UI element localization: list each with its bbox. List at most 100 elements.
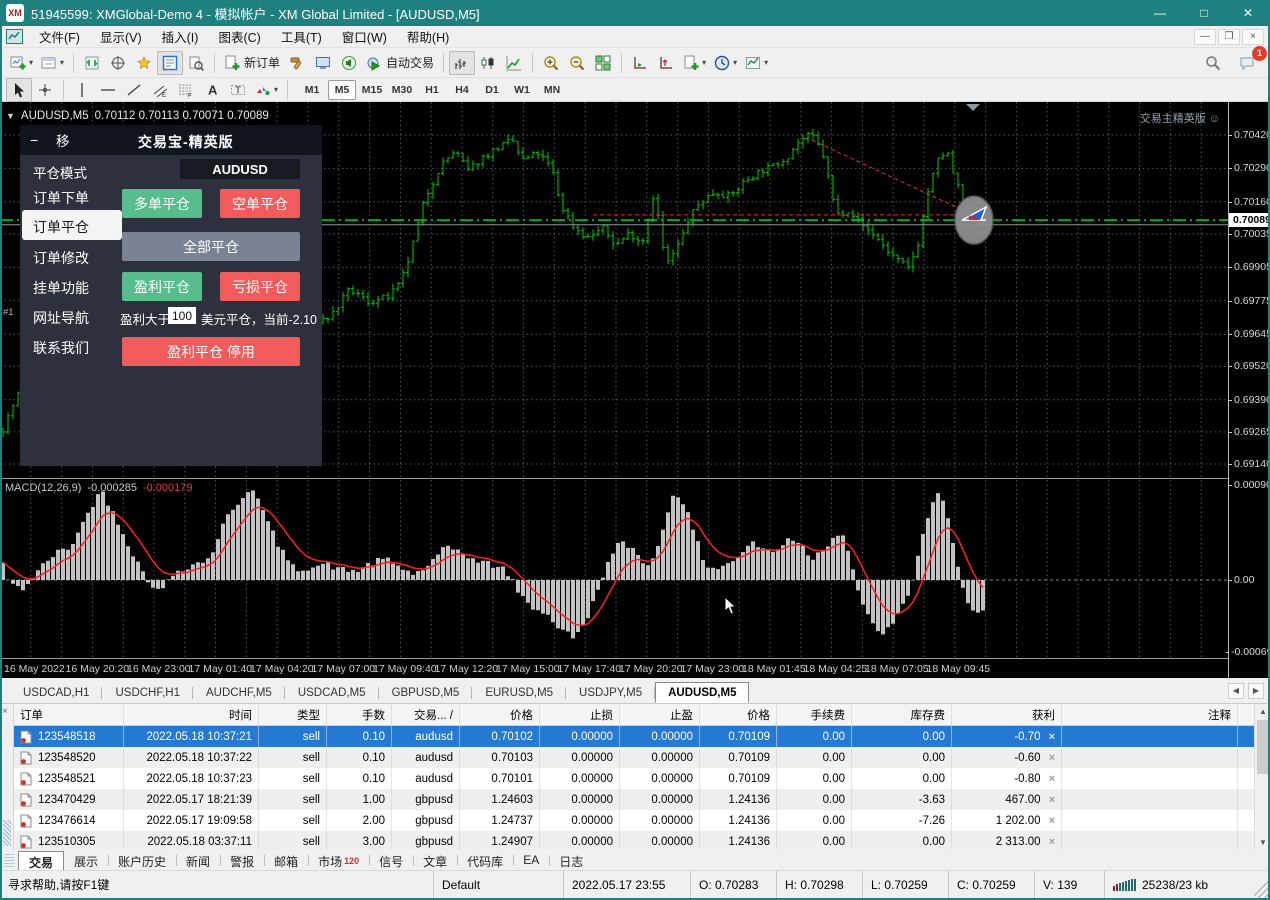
column-header-7[interactable]: 止盈 (620, 704, 700, 725)
bottom-tab-4[interactable]: 警报 (220, 851, 264, 870)
menu-0[interactable]: 文件(F) (29, 24, 90, 49)
close-symbol-select[interactable]: AUDUSD (180, 159, 300, 179)
chart-tab-audusdm5[interactable]: AUDUSD,M5 (655, 682, 749, 703)
chart-tab-gbpusdm5[interactable]: GBPUSD,M5 (379, 682, 473, 703)
shapes-button[interactable]: ▾ (251, 78, 282, 102)
window-close-button[interactable]: ✕ (1226, 0, 1270, 26)
close-losing-button[interactable]: 亏损平仓 (220, 272, 300, 301)
panel-menu-2[interactable]: 订单修改 (33, 248, 111, 268)
templates-button[interactable]: ▾ (741, 51, 772, 75)
chart-tab-usdcadm5[interactable]: USDCAD,M5 (285, 682, 379, 703)
dropdown-caret-icon[interactable]: ▾ (702, 58, 706, 67)
bottom-tab-7[interactable]: 信号 (369, 851, 413, 870)
panel-menu-5[interactable]: 联系我们 (33, 338, 111, 358)
column-header-10[interactable]: 库存费 (852, 704, 952, 725)
vline-button[interactable] (69, 78, 95, 102)
position-row-123510305[interactable]: 1235103052022.05.18 03:37:11sell3.00gbpu… (14, 831, 1254, 850)
bottom-tab-1[interactable]: 展示 (64, 851, 108, 870)
timeframe-m5-button[interactable]: M5 (328, 80, 356, 100)
trade-assistant-panel[interactable]: − 移 交易宝-精英版 订单下单订单平仓订单修改挂单功能网址导航联系我们 平仓模… (20, 125, 322, 466)
profit-threshold-input[interactable]: 100 (168, 307, 196, 324)
position-row-123548520[interactable]: 1235485202022.05.18 10:37:22sell0.10audu… (14, 747, 1254, 768)
menu-5[interactable]: 窗口(W) (332, 24, 397, 49)
bottom-tab-11[interactable]: 日志 (549, 851, 593, 870)
dropdown-caret-icon[interactable]: ▾ (60, 58, 64, 67)
trendline-button[interactable] (121, 78, 147, 102)
hline-button[interactable] (95, 78, 121, 102)
chart-close-button[interactable]: × (1242, 29, 1264, 45)
column-header-2[interactable]: 类型 (259, 704, 327, 725)
crosshair-button[interactable] (32, 78, 58, 102)
close-position-icon[interactable]: × (1049, 773, 1055, 785)
timeframe-h4-button[interactable]: H4 (448, 80, 476, 100)
dropdown-caret-icon[interactable]: ▾ (274, 85, 278, 94)
refresh-button[interactable] (79, 51, 105, 75)
close-profitable-button[interactable]: 盈利平仓 (122, 272, 202, 301)
sound-button[interactable] (336, 51, 362, 75)
panel-menu-0[interactable]: 订单下单 (33, 188, 111, 208)
trend-line[interactable] (812, 140, 973, 215)
menu-1[interactable]: 显示(V) (90, 24, 152, 49)
column-header-12[interactable]: 注释 (1062, 704, 1238, 725)
timeframe-d1-button[interactable]: D1 (478, 80, 506, 100)
fibonacci-button[interactable]: F (173, 78, 199, 102)
zoom-out-button[interactable] (564, 51, 590, 75)
chart-menu-caret-icon[interactable]: ▼ (6, 111, 15, 121)
close-position-icon[interactable]: × (1049, 731, 1055, 743)
label-button[interactable]: T (225, 78, 251, 102)
chart-line-button[interactable] (501, 51, 527, 75)
column-header-11[interactable]: 获利 (952, 704, 1062, 725)
menu-4[interactable]: 工具(T) (271, 24, 332, 49)
target-button[interactable] (105, 51, 131, 75)
tabs-scroll-left-icon[interactable]: ◀ (1228, 683, 1244, 699)
column-header-8[interactable]: 价格 (700, 704, 777, 725)
tile-windows-button[interactable] (590, 51, 616, 75)
timeframe-mn-button[interactable]: MN (538, 80, 566, 100)
column-header-0[interactable]: 订单 (14, 704, 124, 725)
cursor-button[interactable] (6, 78, 32, 102)
bottom-tab-6[interactable]: 市场120 (308, 851, 369, 870)
bottom-tab-2[interactable]: 账户历史 (108, 851, 176, 870)
notifications-button[interactable]: 1 (1234, 51, 1260, 75)
timeframe-m30-button[interactable]: M30 (388, 80, 416, 100)
close-position-icon[interactable]: × (1049, 815, 1055, 827)
dropdown-caret-icon[interactable]: ▾ (733, 58, 737, 67)
dropdown-caret-icon[interactable]: ▾ (29, 58, 33, 67)
bottom-tab-10[interactable]: EA (513, 851, 549, 870)
panel-menu-4[interactable]: 网址导航 (33, 308, 111, 328)
indicators-button[interactable]: ▾ (679, 51, 710, 75)
close-all-button[interactable]: 全部平仓 (122, 232, 300, 261)
channel-button[interactable]: E (147, 78, 173, 102)
window-maximize-button[interactable]: □ (1182, 0, 1226, 26)
close-position-icon[interactable]: × (1049, 794, 1055, 806)
dropdown-caret-icon[interactable]: ▾ (764, 58, 768, 67)
chart-shift-button[interactable] (653, 51, 679, 75)
close-short-button[interactable]: 空单平仓 (220, 189, 300, 218)
toolbox-grip-icon[interactable] (3, 820, 11, 846)
hammer-button[interactable] (284, 51, 310, 75)
position-row-123470429[interactable]: 1234704292022.05.17 18:21:39sell1.00gbpu… (14, 789, 1254, 810)
favorites-button[interactable] (131, 51, 157, 75)
status-profile[interactable]: Default (433, 871, 563, 898)
price-scale[interactable]: 0.704200.702900.701600.700350.699050.697… (1228, 102, 1270, 678)
auto-trading-button[interactable]: 自动交易 (362, 51, 438, 75)
bottom-tab-8[interactable]: 文章 (413, 851, 457, 870)
new-order-button[interactable]: 新订单 (220, 51, 284, 75)
menu-2[interactable]: 插入(I) (152, 24, 209, 49)
position-row-123548521[interactable]: 1235485212022.05.18 10:37:23sell0.10audu… (14, 768, 1254, 789)
panel-minimize-button[interactable]: − (30, 132, 48, 148)
search-button[interactable] (1200, 51, 1226, 75)
chart-tab-audchfm5[interactable]: AUDCHF,M5 (193, 682, 285, 703)
column-header-5[interactable]: 价格 (460, 704, 540, 725)
bottom-tab-5[interactable]: 邮箱 (264, 851, 308, 870)
chart-bars-button[interactable] (449, 51, 475, 75)
timeframe-m1-button[interactable]: M1 (298, 80, 326, 100)
profit-close-toggle-button[interactable]: 盈利平仓 停用 (122, 337, 300, 366)
timeframe-w1-button[interactable]: W1 (508, 80, 536, 100)
bottom-tab-3[interactable]: 新闻 (176, 851, 220, 870)
chart-tab-usdcadh1[interactable]: USDCAD,H1 (10, 682, 102, 703)
close-position-icon[interactable]: × (1049, 752, 1055, 764)
autoscroll-button[interactable] (627, 51, 653, 75)
column-header-6[interactable]: 止损 (540, 704, 620, 725)
toolbox-close-icon[interactable]: × (2, 706, 8, 717)
